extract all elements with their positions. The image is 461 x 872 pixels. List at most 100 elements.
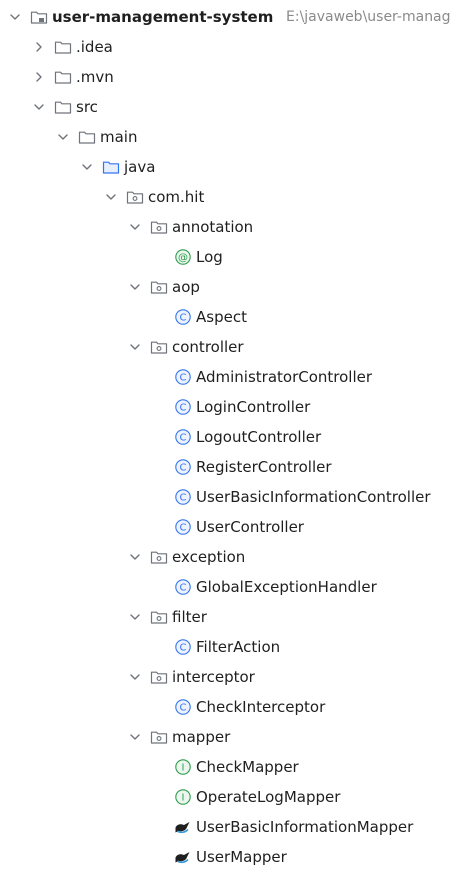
tree-node-package-exception[interactable]: exception — [0, 542, 461, 572]
class-icon: C — [174, 428, 192, 446]
tree-node-label: com.hit — [148, 188, 205, 206]
tree-node-label: main — [100, 128, 138, 146]
chevron-down-icon[interactable] — [127, 279, 143, 295]
tree-node-label: GlobalExceptionHandler — [196, 578, 377, 596]
tree-node-label: RegisterController — [196, 458, 332, 476]
svg-text:@: @ — [178, 253, 188, 264]
tree-node-package-controller[interactable]: controller — [0, 332, 461, 362]
tree-node-label: .mvn — [76, 68, 114, 86]
svg-text:C: C — [180, 433, 187, 444]
tree-node-folder-main[interactable]: main — [0, 122, 461, 152]
folder-icon — [54, 38, 72, 56]
tree-node-label: CheckMapper — [196, 758, 299, 776]
interface-icon: I — [174, 758, 192, 776]
chevron-down-icon[interactable] — [79, 159, 95, 175]
folder-icon — [78, 128, 96, 146]
chevron-right-icon[interactable] — [31, 69, 47, 85]
tree-node-file-filter-action[interactable]: C FilterAction — [0, 632, 461, 662]
tree-node-label: java — [124, 158, 156, 176]
class-icon: C — [174, 578, 192, 596]
tree-node-label: UserController — [196, 518, 304, 536]
tree-node-file-user-mapper[interactable]: UserMapper — [0, 842, 461, 872]
folder-icon — [54, 98, 72, 116]
tree-node-file-global-exception-handler[interactable]: C GlobalExceptionHandler — [0, 572, 461, 602]
package-icon — [150, 218, 168, 236]
tree-node-file-register-controller[interactable]: C RegisterController — [0, 452, 461, 482]
tree-node-folder-mvn[interactable]: .mvn — [0, 62, 461, 92]
tree-node-label: filter — [172, 608, 207, 626]
tree-node-label: UserBasicInformationController — [196, 488, 431, 506]
svg-text:C: C — [180, 523, 187, 534]
project-tree: user-management-system E:\javaweb\user-ma… — [0, 0, 461, 866]
class-icon: C — [174, 638, 192, 656]
chevron-down-icon[interactable] — [127, 549, 143, 565]
package-icon — [150, 548, 168, 566]
tree-node-label: OperateLogMapper — [196, 788, 341, 806]
source-folder-icon — [102, 158, 120, 176]
tree-node-root-module[interactable]: user-management-system E:\javaweb\user-ma… — [0, 2, 461, 32]
chevron-down-icon[interactable] — [127, 669, 143, 685]
svg-text:C: C — [180, 403, 187, 414]
tree-node-label: UserBasicInformationMapper — [196, 818, 414, 836]
chevron-down-icon[interactable] — [31, 99, 47, 115]
svg-text:C: C — [180, 313, 187, 324]
svg-text:C: C — [180, 373, 187, 384]
class-icon: C — [174, 368, 192, 386]
chevron-down-icon[interactable] — [127, 219, 143, 235]
tree-node-file-check-interceptor[interactable]: C CheckInterceptor — [0, 692, 461, 722]
tree-node-label: mapper — [172, 728, 231, 746]
svg-text:C: C — [180, 493, 187, 504]
package-icon — [150, 608, 168, 626]
svg-text:I: I — [182, 763, 185, 774]
tree-node-folder-java[interactable]: java — [0, 152, 461, 182]
tree-node-file-operate-log-mapper[interactable]: I OperateLogMapper — [0, 782, 461, 812]
tree-node-file-log[interactable]: @ Log — [0, 242, 461, 272]
tree-node-file-logout-controller[interactable]: C LogoutController — [0, 422, 461, 452]
tree-node-folder-src[interactable]: src — [0, 92, 461, 122]
tree-node-file-check-mapper[interactable]: I CheckMapper — [0, 752, 461, 782]
tree-node-package-mapper[interactable]: mapper — [0, 722, 461, 752]
folder-icon — [54, 68, 72, 86]
tree-node-label: LogoutController — [196, 428, 322, 446]
class-icon: C — [174, 308, 192, 326]
chevron-down-icon[interactable] — [103, 189, 119, 205]
tree-node-file-login-controller[interactable]: C LoginController — [0, 392, 461, 422]
interface-icon: I — [174, 788, 192, 806]
tree-node-file-administrator-controller[interactable]: C AdministratorController — [0, 362, 461, 392]
tree-node-file-user-basic-information-controller[interactable]: C UserBasicInformationController — [0, 482, 461, 512]
tree-node-label: annotation — [172, 218, 254, 236]
tree-node-package-com-hit[interactable]: com.hit — [0, 182, 461, 212]
module-folder-icon — [30, 8, 48, 26]
chevron-down-icon[interactable] — [7, 9, 23, 25]
svg-text:C: C — [180, 583, 187, 594]
class-icon: C — [174, 698, 192, 716]
tree-node-package-annotation[interactable]: annotation — [0, 212, 461, 242]
chevron-down-icon[interactable] — [55, 129, 71, 145]
class-icon: C — [174, 518, 192, 536]
package-icon — [150, 728, 168, 746]
tree-node-label: AdministratorController — [196, 368, 373, 386]
chevron-down-icon[interactable] — [127, 339, 143, 355]
tree-node-label: UserMapper — [196, 848, 287, 866]
annotation-icon: @ — [174, 248, 192, 266]
package-icon — [150, 668, 168, 686]
tree-node-label: FilterAction — [196, 638, 281, 656]
tree-node-folder-idea[interactable]: .idea — [0, 32, 461, 62]
chevron-down-icon[interactable] — [127, 609, 143, 625]
tree-node-package-aop[interactable]: aop — [0, 272, 461, 302]
tree-node-label: .idea — [76, 38, 113, 56]
svg-text:C: C — [180, 703, 187, 714]
mybatis-mapper-icon — [174, 848, 192, 866]
class-icon: C — [174, 458, 192, 476]
package-icon — [150, 338, 168, 356]
tree-node-file-user-basic-information-mapper[interactable]: UserBasicInformationMapper — [0, 812, 461, 842]
tree-node-file-aspect[interactable]: C Aspect — [0, 302, 461, 332]
chevron-right-icon[interactable] — [31, 39, 47, 55]
tree-node-package-filter[interactable]: filter — [0, 602, 461, 632]
chevron-down-icon[interactable] — [127, 729, 143, 745]
tree-node-label: controller — [172, 338, 244, 356]
package-icon — [126, 188, 144, 206]
tree-node-package-interceptor[interactable]: interceptor — [0, 662, 461, 692]
tree-node-label: Log — [196, 248, 223, 266]
tree-node-file-user-controller[interactable]: C UserController — [0, 512, 461, 542]
